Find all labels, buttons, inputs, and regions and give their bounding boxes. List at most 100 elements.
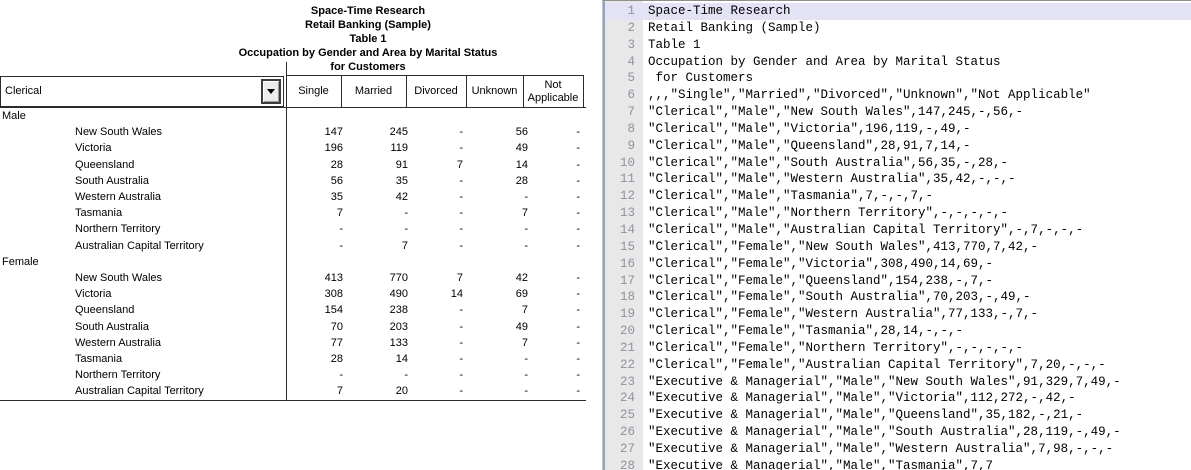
table-row: Tasmania7--7- — [0, 205, 600, 222]
line-text[interactable]: ,,,"Single","Married","Divorced","Unknow… — [643, 87, 1091, 104]
code-line[interactable]: 6,,,"Single","Married","Divorced","Unkno… — [605, 87, 1191, 104]
code-line[interactable]: 14"Clerical","Male","Australian Capital … — [605, 222, 1191, 239]
cell-value: - — [525, 173, 580, 189]
line-text[interactable]: Space-Time Research — [643, 3, 791, 20]
line-text[interactable]: "Clerical","Male","Australian Capital Te… — [643, 222, 1083, 239]
cell-value: 42 — [346, 189, 408, 205]
line-text[interactable]: "Clerical","Female","Northern Territory"… — [643, 340, 1023, 357]
code-line[interactable]: 15"Clerical","Female","New South Wales",… — [605, 239, 1191, 256]
line-text[interactable]: "Clerical","Male","Western Australia",35… — [643, 171, 1016, 188]
cell-value: - — [408, 319, 463, 335]
cell-value: 69 — [468, 286, 528, 302]
row-label: New South Wales — [75, 270, 162, 286]
header-top-rule — [286, 75, 584, 76]
code-line[interactable]: 17"Clerical","Female","Queensland",154,2… — [605, 273, 1191, 290]
cell-value: - — [525, 351, 580, 367]
code-line[interactable]: 10"Clerical","Male","South Australia",56… — [605, 155, 1191, 172]
line-text[interactable]: "Clerical","Female","Queensland",154,238… — [643, 273, 993, 290]
code-line[interactable]: 20"Clerical","Female","Tasmania",28,14,-… — [605, 323, 1191, 340]
cell-value: 77 — [287, 335, 343, 351]
line-text[interactable]: "Clerical","Male","New South Wales",147,… — [643, 104, 1023, 121]
line-text[interactable]: "Executive & Managerial","Male","South A… — [643, 424, 1121, 441]
line-text[interactable]: "Clerical","Female","South Australia",70… — [643, 289, 1031, 306]
line-text[interactable]: "Executive & Managerial","Male","New Sou… — [643, 374, 1121, 391]
code-line[interactable]: 23"Executive & Managerial","Male","New S… — [605, 374, 1191, 391]
code-line[interactable]: 25"Executive & Managerial","Male","Queen… — [605, 407, 1191, 424]
row-label: Victoria — [75, 140, 111, 156]
cell-value: - — [525, 286, 580, 302]
cell-value: 245 — [346, 124, 408, 140]
cell-value: 7 — [408, 270, 463, 286]
cell-value: - — [408, 302, 463, 318]
code-line[interactable]: 4Occupation by Gender and Area by Marita… — [605, 54, 1191, 71]
cell-value: 14 — [468, 157, 528, 173]
code-line[interactable]: 26"Executive & Managerial","Male","South… — [605, 424, 1191, 441]
line-text[interactable]: Occupation by Gender and Area by Marital… — [643, 54, 1001, 71]
line-text[interactable]: "Clerical","Female","Victoria",308,490,1… — [643, 256, 993, 273]
table-row: Victoria196119-49- — [0, 140, 600, 157]
line-text[interactable]: "Clerical","Female","Western Australia",… — [643, 306, 1038, 323]
line-text[interactable]: "Executive & Managerial","Male","Tasmani… — [643, 458, 993, 470]
csv-editor[interactable]: 1Space-Time Research2Retail Banking (Sam… — [603, 1, 1191, 470]
code-line[interactable]: 2Retail Banking (Sample) — [605, 20, 1191, 37]
code-line[interactable]: 28"Executive & Managerial","Male","Tasma… — [605, 458, 1191, 470]
line-number: 25 — [605, 407, 643, 424]
column-divider — [341, 75, 342, 108]
code-line[interactable]: 19"Clerical","Female","Western Australia… — [605, 306, 1191, 323]
code-line[interactable]: 3Table 1 — [605, 37, 1191, 54]
line-text[interactable]: for Customers — [643, 70, 753, 87]
code-line[interactable]: 5 for Customers — [605, 70, 1191, 87]
code-line[interactable]: 18"Clerical","Female","South Australia",… — [605, 289, 1191, 306]
column-header-not-applicable: Not Applicable — [523, 76, 583, 107]
code-line[interactable]: 13"Clerical","Male","Northern Territory"… — [605, 205, 1191, 222]
cell-value: - — [525, 383, 580, 399]
line-text[interactable]: "Clerical","Female","Tasmania",28,14,-,-… — [643, 323, 963, 340]
cell-value: - — [525, 238, 580, 254]
csv-editor-window: 1Space-Time Research2Retail Banking (Sam… — [602, 0, 1191, 470]
line-text[interactable]: "Clerical","Male","South Australia",56,3… — [643, 155, 1008, 172]
line-text[interactable]: Retail Banking (Sample) — [643, 20, 821, 37]
app-root: Space-Time Research Retail Banking (Samp… — [0, 0, 1191, 470]
code-line[interactable]: 8"Clerical","Male","Victoria",196,119,-,… — [605, 121, 1191, 138]
table-row: South Australia70203-49- — [0, 319, 600, 336]
cell-value: - — [287, 221, 343, 237]
line-text[interactable]: "Executive & Managerial","Male","Western… — [643, 441, 1113, 458]
cell-value: 7 — [408, 157, 463, 173]
code-line[interactable]: 24"Executive & Managerial","Male","Victo… — [605, 390, 1191, 407]
line-number: 24 — [605, 390, 643, 407]
line-number: 14 — [605, 222, 643, 239]
line-text[interactable]: "Clerical","Female","Australian Capital … — [643, 357, 1106, 374]
cell-value: 133 — [346, 335, 408, 351]
line-text[interactable]: "Executive & Managerial","Male","Victori… — [643, 390, 1076, 407]
table-body: MaleNew South Wales147245-56-Victoria196… — [0, 108, 604, 401]
code-line[interactable]: 27"Executive & Managerial","Male","Weste… — [605, 441, 1191, 458]
line-text[interactable]: "Clerical","Male","Northern Territory",-… — [643, 205, 1008, 222]
line-text[interactable]: "Executive & Managerial","Male","Queensl… — [643, 407, 1083, 424]
code-line[interactable]: 11"Clerical","Male","Western Australia",… — [605, 171, 1191, 188]
line-text[interactable]: "Clerical","Female","New South Wales",41… — [643, 239, 1038, 256]
cell-value: - — [346, 221, 408, 237]
code-line[interactable]: 21"Clerical","Female","Northern Territor… — [605, 340, 1191, 357]
cell-value: - — [408, 335, 463, 351]
cell-value: - — [408, 140, 463, 156]
line-number: 5 — [605, 70, 643, 87]
line-text[interactable]: "Clerical","Male","Queensland",28,91,7,1… — [643, 138, 971, 155]
line-number: 11 — [605, 171, 643, 188]
cell-value: 119 — [346, 140, 408, 156]
code-line[interactable]: 1Space-Time Research — [605, 3, 1191, 20]
dropdown-arrow-button[interactable] — [261, 79, 281, 104]
line-text[interactable]: "Clerical","Male","Tasmania",7,-,-,7,- — [643, 188, 933, 205]
line-number: 9 — [605, 138, 643, 155]
code-line[interactable]: 22"Clerical","Female","Australian Capita… — [605, 357, 1191, 374]
occupation-dropdown[interactable]: Clerical — [0, 76, 284, 107]
line-text[interactable]: "Clerical","Male","Victoria",196,119,-,4… — [643, 121, 971, 138]
code-line[interactable]: 9"Clerical","Male","Queensland",28,91,7,… — [605, 138, 1191, 155]
column-divider — [583, 75, 584, 108]
line-number: 2 — [605, 20, 643, 37]
code-line[interactable]: 12"Clerical","Male","Tasmania",7,-,-,7,- — [605, 188, 1191, 205]
code-line[interactable]: 16"Clerical","Female","Victoria",308,490… — [605, 256, 1191, 273]
row-label: Northern Territory — [75, 221, 160, 237]
code-line[interactable]: 7"Clerical","Male","New South Wales",147… — [605, 104, 1191, 121]
line-text[interactable]: Table 1 — [643, 37, 701, 54]
cell-value: - — [408, 238, 463, 254]
